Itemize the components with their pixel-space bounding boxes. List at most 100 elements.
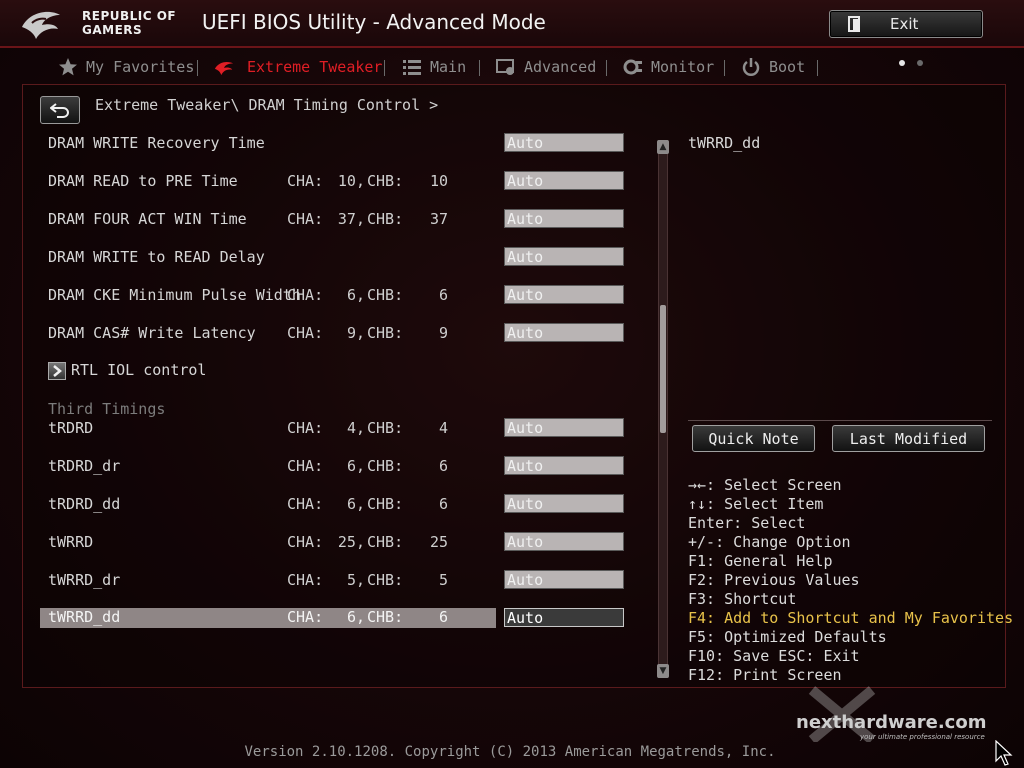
submenu-arrow-icon[interactable] (48, 362, 66, 380)
chb-value: 6 (438, 286, 448, 304)
key-hint: +/-: Change Option (688, 533, 851, 551)
tab-separator (606, 60, 607, 76)
cha-value: 10, (337, 172, 365, 190)
cha-label: CHA: (287, 286, 324, 304)
scroll-down-arrow-icon[interactable]: ▼ (657, 664, 669, 678)
setting-name: tWRRD_dd (48, 608, 121, 626)
monitor-icon (623, 59, 642, 75)
chb-label: CHB: (367, 495, 404, 513)
cha-label: CHA: (287, 533, 324, 551)
chb-value: 6 (438, 457, 448, 475)
quick-note-button[interactable]: Quick Note (692, 425, 815, 452)
watermark-logo: nexthardware.com your ultimate professio… (796, 682, 1011, 742)
chb-value: 25 (429, 533, 448, 551)
cha-label: CHA: (287, 172, 324, 190)
cha-value: 9, (346, 324, 365, 342)
version-text: Version 2.10.1208. Copyright (C) 2013 Am… (244, 744, 776, 760)
field-value: Auto (507, 533, 544, 551)
field-value: Auto (507, 495, 544, 513)
setting-value-field[interactable]: Auto (504, 570, 624, 589)
setting-value-field[interactable]: Auto (504, 171, 624, 190)
field-value: Auto (507, 419, 544, 437)
chb-label: CHB: (367, 419, 404, 437)
setting-name: DRAM WRITE to READ Delay (48, 248, 265, 266)
setting-row[interactable]: DRAM READ to PRE Time CHA: 10, CHB: 10 (40, 172, 496, 192)
setting-name: tWRRD (48, 533, 94, 551)
tab-label: Extreme Tweaker (247, 58, 383, 76)
tab-separator (817, 60, 818, 76)
setting-value-field-selected[interactable]: Auto (504, 608, 624, 627)
setting-row[interactable]: DRAM CKE Minimum Pulse Width CHA: 6, CHB… (40, 286, 496, 306)
main-tabs: My Favorites Extreme Tweaker Main Advanc… (0, 52, 1024, 82)
tab-label: Main (430, 58, 467, 76)
rog-logo-icon (22, 11, 60, 39)
chb-label: CHB: (367, 286, 404, 304)
last-modified-button[interactable]: Last Modified (832, 425, 985, 452)
tab-label: Monitor (651, 58, 715, 76)
cha-label: CHA: (287, 210, 324, 228)
chb-value: 6 (438, 495, 448, 513)
setting-row[interactable]: tRDRD_dd CHA: 6, CHB: 6 (40, 495, 496, 515)
setting-name: DRAM WRITE Recovery Time (48, 134, 265, 152)
version-footer: Version 2.10.1208. Copyright (C) 2013 Am… (0, 744, 1024, 760)
setting-row[interactable]: tWRRD CHA: 25, CHB: 25 (40, 533, 496, 553)
setting-row-selected[interactable]: tWRRD_dd CHA: 6, CHB: 6 (40, 608, 496, 628)
cha-value: 6, (346, 608, 365, 626)
setting-row[interactable]: tWRRD_dr CHA: 5, CHB: 5 (40, 571, 496, 591)
setting-value-field[interactable]: Auto (504, 285, 624, 304)
field-value: Auto (507, 609, 544, 627)
key-hint: F1: General Help (688, 552, 833, 570)
field-value: Auto (507, 134, 544, 152)
setting-name: DRAM FOUR ACT WIN Time (48, 210, 247, 228)
cha-value: 6, (346, 457, 365, 475)
submenu-rtl-iol-control[interactable]: RTL IOL control (71, 361, 206, 379)
setting-row[interactable]: tRDRD_dr CHA: 6, CHB: 6 (40, 457, 496, 477)
setting-row[interactable]: DRAM FOUR ACT WIN Time CHA: 37, CHB: 37 (40, 210, 496, 230)
breadcrumb: Extreme Tweaker\ DRAM Timing Control > (95, 96, 439, 114)
advanced-icon (496, 59, 514, 75)
watermark-text: nexthardware.com (796, 712, 987, 733)
key-hint: F10: Save ESC: Exit (688, 647, 860, 665)
setting-row[interactable]: DRAM WRITE Recovery Time (40, 134, 496, 154)
tab-separator (479, 60, 480, 76)
cha-value: 4, (346, 419, 365, 437)
setting-value-field[interactable]: Auto (504, 323, 624, 342)
key-hint-highlight: F4: Add to Shortcut and My Favorites (688, 609, 1014, 627)
setting-row[interactable]: DRAM WRITE to READ Delay (40, 248, 496, 268)
setting-name: DRAM CAS# Write Latency (48, 324, 256, 342)
brand-name: REPUBLIC OF GAMERS (82, 9, 202, 37)
back-button[interactable] (40, 96, 80, 124)
setting-value-field[interactable]: Auto (504, 418, 624, 437)
chb-value: 9 (438, 324, 448, 342)
setting-value-field[interactable]: Auto (504, 456, 624, 475)
cha-value: 37, (337, 210, 365, 228)
setting-value-field[interactable]: Auto (504, 209, 624, 228)
setting-value-field[interactable]: Auto (504, 133, 624, 152)
power-icon (742, 58, 760, 76)
setting-value-field[interactable]: Auto (504, 247, 624, 266)
chevron-right-icon (53, 365, 62, 377)
chb-value: 4 (438, 419, 448, 437)
setting-row[interactable]: DRAM CAS# Write Latency CHA: 9, CHB: 9 (40, 324, 496, 344)
page-dot[interactable] (917, 60, 923, 66)
exit-button[interactable]: Exit (829, 10, 983, 38)
field-value: Auto (507, 248, 544, 266)
chb-label: CHB: (367, 210, 404, 228)
scrollbar-thumb[interactable] (660, 305, 666, 433)
cha-label: CHA: (287, 419, 324, 437)
setting-value-field[interactable]: Auto (504, 532, 624, 551)
setting-name: DRAM CKE Minimum Pulse Width (48, 286, 301, 304)
title-bar: REPUBLIC OF GAMERS UEFI BIOS Utility - A… (0, 0, 1024, 48)
brand-line2: GAMERS (82, 23, 143, 37)
cha-value: 6, (346, 286, 365, 304)
scroll-up-arrow-icon[interactable]: ▲ (657, 140, 669, 154)
chb-label: CHB: (367, 533, 404, 551)
setting-value-field[interactable]: Auto (504, 494, 624, 513)
cha-label: CHA: (287, 457, 324, 475)
page-dot-active[interactable] (899, 60, 905, 66)
cha-label: CHA: (287, 571, 324, 589)
tab-separator (724, 60, 725, 76)
setting-row[interactable]: tRDRD CHA: 4, CHB: 4 (40, 419, 496, 439)
cha-label: CHA: (287, 608, 324, 626)
chb-label: CHB: (367, 324, 404, 342)
